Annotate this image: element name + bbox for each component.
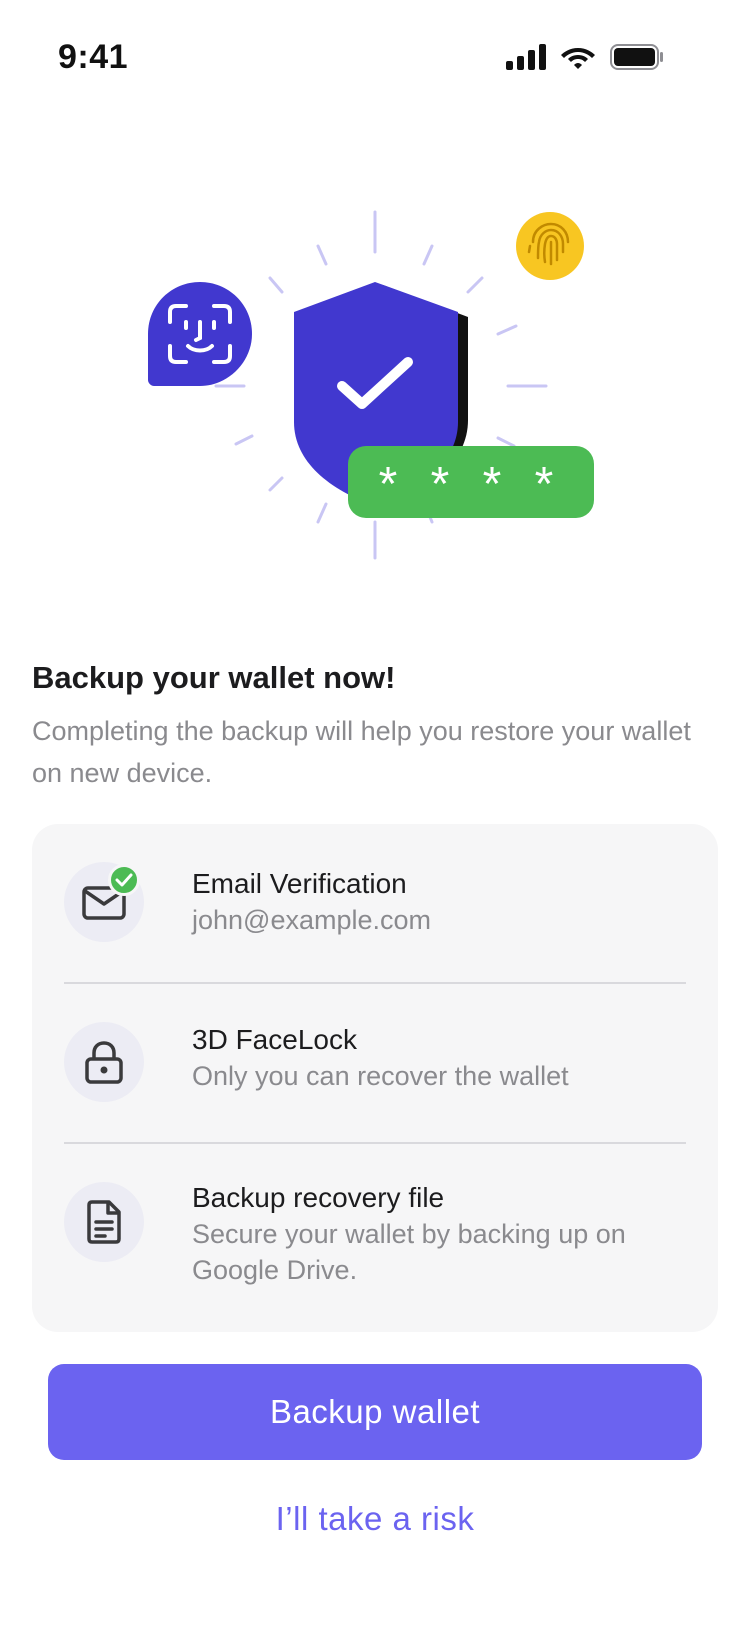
password-mask: * * * * <box>379 458 564 511</box>
document-icon-wrap <box>64 1182 144 1262</box>
backup-steps-card: Email Verification john@example.com 3D F… <box>32 824 718 1332</box>
battery-icon <box>610 44 663 70</box>
lock-icon <box>85 1041 123 1084</box>
document-icon <box>87 1200 121 1244</box>
illustration-art: * * * * <box>148 210 594 560</box>
step-subtitle: john@example.com <box>192 905 432 935</box>
lock-icon-wrap <box>64 1022 144 1102</box>
step-title: Backup recovery file <box>192 1182 445 1213</box>
divider <box>64 982 686 984</box>
status-time: 9:41 <box>58 38 129 76</box>
step-subtitle: Secure your wallet by backing up on Goog… <box>192 1219 626 1285</box>
cellular-signal-icon <box>506 44 546 70</box>
status-icons <box>506 44 664 70</box>
wifi-icon <box>561 48 595 69</box>
backup-illustration: * * * * <box>0 190 750 570</box>
step-3d-facelock[interactable]: 3D FaceLock Only you can recover the wal… <box>64 1022 686 1112</box>
step-title: Email Verification <box>192 868 407 899</box>
page-subtitle: Completing the backup will help you rest… <box>32 716 691 788</box>
check-icon <box>108 864 140 896</box>
take-risk-link[interactable]: I’ll take a risk <box>0 1500 750 1538</box>
step-email-verification[interactable]: Email Verification john@example.com <box>64 862 686 952</box>
step-backup-recovery-file[interactable]: Backup recovery file Secure your wallet … <box>64 1182 686 1302</box>
step-subtitle: Only you can recover the wallet <box>192 1061 569 1091</box>
divider <box>64 1142 686 1144</box>
status-bar: 9:41 <box>0 0 750 120</box>
backup-wallet-button[interactable]: Backup wallet <box>48 1364 702 1460</box>
page-title: Backup your wallet now! <box>32 660 396 695</box>
step-title: 3D FaceLock <box>192 1024 357 1055</box>
